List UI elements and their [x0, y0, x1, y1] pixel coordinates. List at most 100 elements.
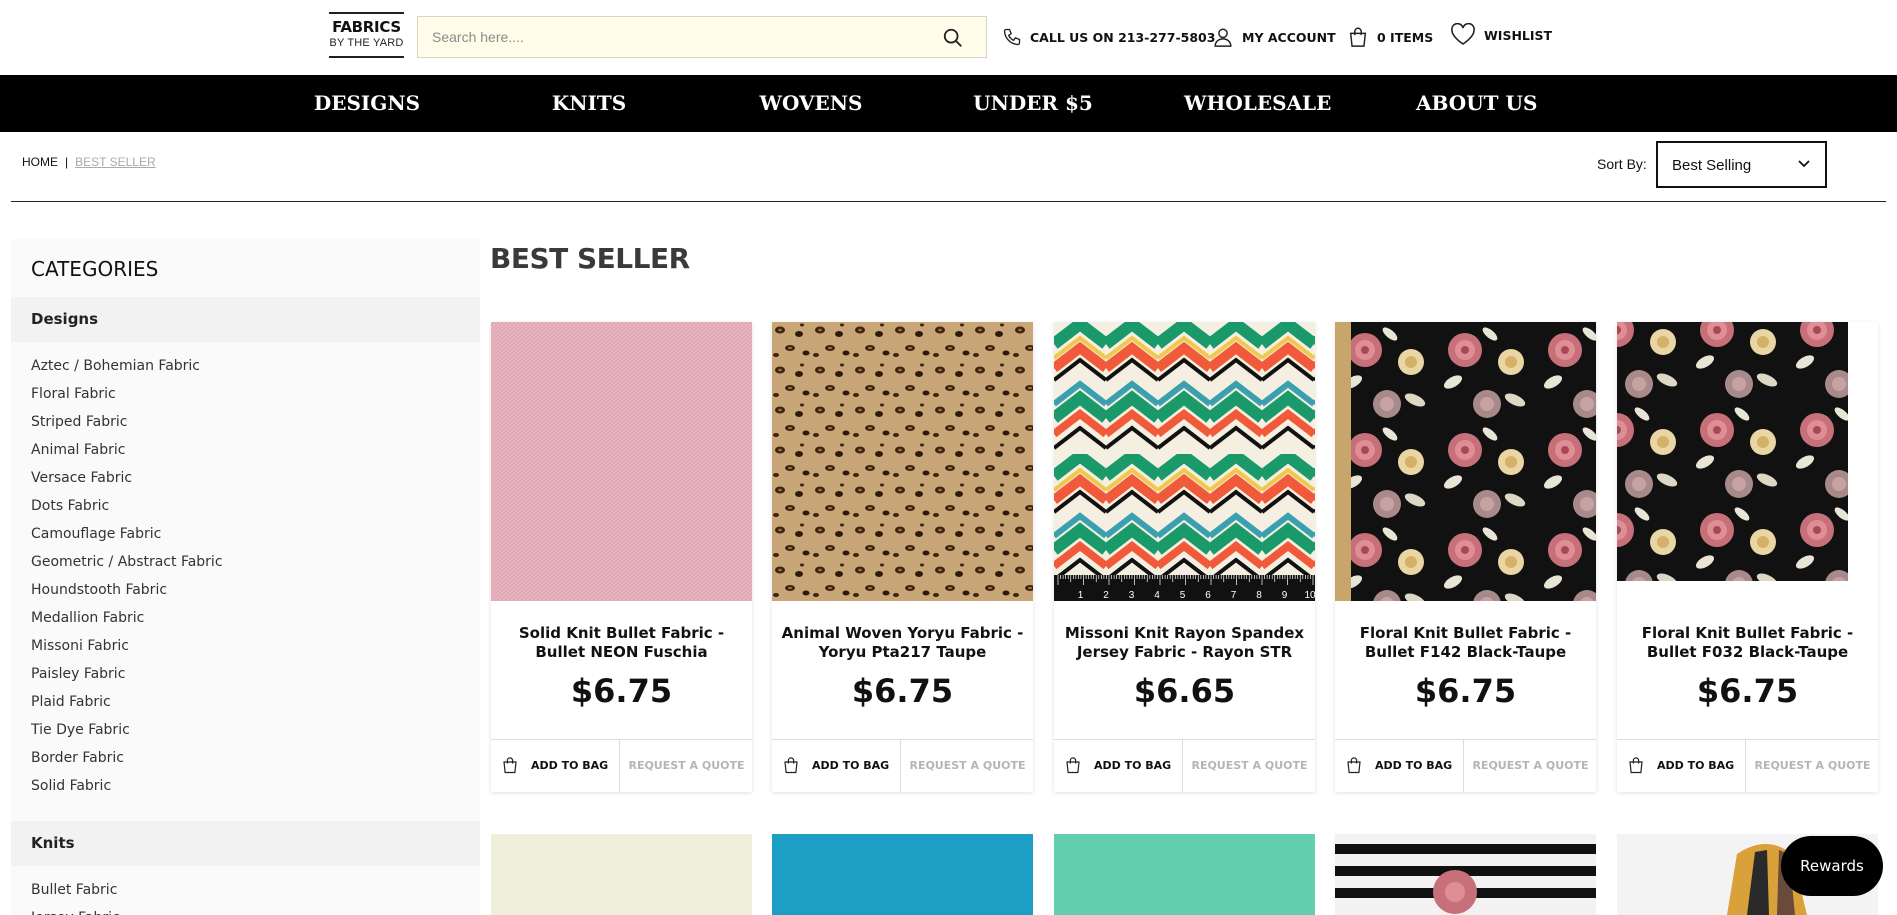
product-card[interactable]: Floral Knit Bullet Fabric - Bullet F032 … — [1617, 322, 1878, 792]
product-image[interactable]: 1 2 3 4 5 6 7 8 9 10 — [1054, 322, 1315, 601]
category-tie-dye[interactable]: Tie Dye Fabric — [31, 716, 223, 744]
product-image[interactable] — [772, 834, 1033, 915]
add-to-bag-label: ADD TO BAG — [1375, 759, 1453, 772]
product-name[interactable]: Floral Knit Bullet Fabric - Bullet F032 … — [1623, 624, 1872, 662]
my-account-link[interactable]: MY ACCOUNT — [1212, 22, 1336, 52]
add-to-bag-button[interactable]: ADD TO BAG — [1054, 740, 1183, 792]
category-group-designs[interactable]: Designs — [11, 297, 480, 342]
product-card[interactable] — [772, 834, 1033, 915]
category-camouflage[interactable]: Camouflage Fabric — [31, 520, 223, 548]
designs-list: Aztec / Bohemian Fabric Floral Fabric St… — [31, 352, 223, 800]
category-striped[interactable]: Striped Fabric — [31, 408, 223, 436]
product-name[interactable]: Solid Knit Bullet Fabric - Bullet NEON F… — [497, 624, 746, 662]
breadcrumb-current[interactable]: BEST SELLER — [75, 155, 155, 169]
category-dots[interactable]: Dots Fabric — [31, 492, 223, 520]
sort-label: Sort By: — [1597, 156, 1647, 172]
site-logo[interactable]: FABRICS BY THE YARD — [329, 12, 404, 58]
add-to-bag-button[interactable]: ADD TO BAG — [772, 740, 901, 792]
product-image[interactable] — [491, 322, 752, 601]
product-price: $6.65 — [1133, 672, 1236, 710]
product-card[interactable] — [491, 834, 752, 915]
category-geometric[interactable]: Geometric / Abstract Fabric — [31, 548, 223, 576]
request-quote-button[interactable]: REQUEST A QUOTE — [1747, 740, 1878, 792]
add-to-bag-button[interactable]: ADD TO BAG — [1617, 740, 1746, 792]
bag-icon — [1066, 757, 1080, 774]
nav-designs[interactable]: DESIGNS — [307, 75, 427, 132]
product-price: $6.75 — [570, 672, 673, 710]
category-solid[interactable]: Solid Fabric — [31, 772, 223, 800]
breadcrumb-home[interactable]: HOME — [22, 155, 58, 169]
product-name[interactable]: Floral Knit Bullet Fabric - Bullet F142 … — [1341, 624, 1590, 662]
nav-under-5[interactable]: UNDER $5 — [973, 75, 1093, 132]
product-actions: ADD TO BAG REQUEST A QUOTE — [1054, 739, 1315, 792]
product-price: $6.75 — [1414, 672, 1517, 710]
category-versace[interactable]: Versace Fabric — [31, 464, 223, 492]
nav-wholesale[interactable]: WHOLESALE — [1184, 75, 1331, 132]
category-jersey[interactable]: Jersey Fabric — [31, 904, 120, 915]
request-quote-button[interactable]: REQUEST A QUOTE — [1184, 740, 1315, 792]
page-title: BEST SELLER — [490, 242, 690, 275]
rewards-button[interactable]: Rewards — [1781, 836, 1883, 896]
category-bullet[interactable]: Bullet Fabric — [31, 876, 120, 904]
product-image[interactable] — [1054, 834, 1315, 915]
request-quote-button[interactable]: REQUEST A QUOTE — [621, 740, 752, 792]
ruler-number: 6 — [1205, 590, 1211, 601]
category-aztec[interactable]: Aztec / Bohemian Fabric — [31, 352, 223, 380]
product-image[interactable] — [491, 834, 752, 915]
logo-line2: BY THE YARD — [329, 37, 404, 49]
product-card[interactable] — [1054, 834, 1315, 915]
product-card[interactable]: Solid Knit Bullet Fabric - Bullet NEON F… — [491, 322, 752, 792]
product-name[interactable]: Animal Woven Yoryu Fabric - Yoryu Pta217… — [778, 624, 1027, 662]
search-icon[interactable] — [942, 27, 964, 49]
product-image[interactable] — [772, 322, 1033, 601]
bag-icon — [784, 757, 798, 774]
category-medallion[interactable]: Medallion Fabric — [31, 604, 223, 632]
product-actions: ADD TO BAG REQUEST A QUOTE — [1335, 739, 1596, 792]
request-quote-label: REQUEST A QUOTE — [909, 759, 1026, 772]
request-quote-button[interactable]: REQUEST A QUOTE — [902, 740, 1033, 792]
divider — [11, 201, 1886, 202]
add-to-bag-button[interactable]: ADD TO BAG — [1335, 740, 1464, 792]
category-missoni[interactable]: Missoni Fabric — [31, 632, 223, 660]
product-actions: ADD TO BAG REQUEST A QUOTE — [772, 739, 1033, 792]
product-actions: ADD TO BAG REQUEST A QUOTE — [491, 739, 752, 792]
phone-icon — [1003, 28, 1021, 46]
wishlist-link[interactable]: WISHLIST — [1450, 20, 1552, 50]
add-to-bag-label: ADD TO BAG — [531, 759, 609, 772]
request-quote-label: REQUEST A QUOTE — [1191, 759, 1308, 772]
category-houndstooth[interactable]: Houndstooth Fabric — [31, 576, 223, 604]
call-us-link[interactable]: CALL US ON 213-277-5803 — [1002, 22, 1215, 52]
my-account-label: MY ACCOUNT — [1242, 29, 1336, 45]
ruler-number: 4 — [1154, 590, 1160, 601]
category-border[interactable]: Border Fabric — [31, 744, 223, 772]
ruler-number: 5 — [1180, 590, 1186, 601]
logo-line1: FABRICS — [332, 18, 401, 36]
nav-wovens[interactable]: WOVENS — [751, 75, 871, 132]
category-group-label: Designs — [31, 310, 99, 328]
cart-link[interactable]: 0 ITEMS — [1347, 22, 1433, 52]
request-quote-label: REQUEST A QUOTE — [628, 759, 745, 772]
call-us-label: CALL US ON 213-277-5803 — [1030, 29, 1216, 45]
category-paisley[interactable]: Paisley Fabric — [31, 660, 223, 688]
nav-about-us[interactable]: ABOUT US — [1416, 75, 1537, 132]
category-floral[interactable]: Floral Fabric — [31, 380, 223, 408]
product-card[interactable]: Animal Woven Yoryu Fabric - Yoryu Pta217… — [772, 322, 1033, 792]
request-quote-button[interactable]: REQUEST A QUOTE — [1465, 740, 1596, 792]
search-bar — [417, 16, 987, 58]
add-to-bag-button[interactable]: ADD TO BAG — [491, 740, 620, 792]
category-plaid[interactable]: Plaid Fabric — [31, 688, 223, 716]
product-card[interactable] — [1335, 834, 1596, 915]
product-card[interactable]: Floral Knit Bullet Fabric - Bullet F142 … — [1335, 322, 1596, 792]
product-image[interactable] — [1617, 322, 1878, 601]
sort-select[interactable]: Best Selling — [1656, 141, 1827, 188]
product-name[interactable]: Missoni Knit Rayon Spandex Jersey Fabric… — [1060, 624, 1309, 662]
search-input[interactable] — [418, 17, 938, 57]
breadcrumb-separator: | — [65, 155, 69, 169]
product-image[interactable] — [1335, 834, 1596, 915]
category-animal[interactable]: Animal Fabric — [31, 436, 223, 464]
ruler-number: 9 — [1282, 590, 1288, 601]
category-group-knits[interactable]: Knits — [11, 821, 480, 866]
product-image[interactable] — [1335, 322, 1596, 601]
nav-knits[interactable]: KNITS — [529, 75, 649, 132]
product-card[interactable]: 1 2 3 4 5 6 7 8 9 10 Missoni Knit Rayon Spandex J… — [1054, 322, 1315, 792]
